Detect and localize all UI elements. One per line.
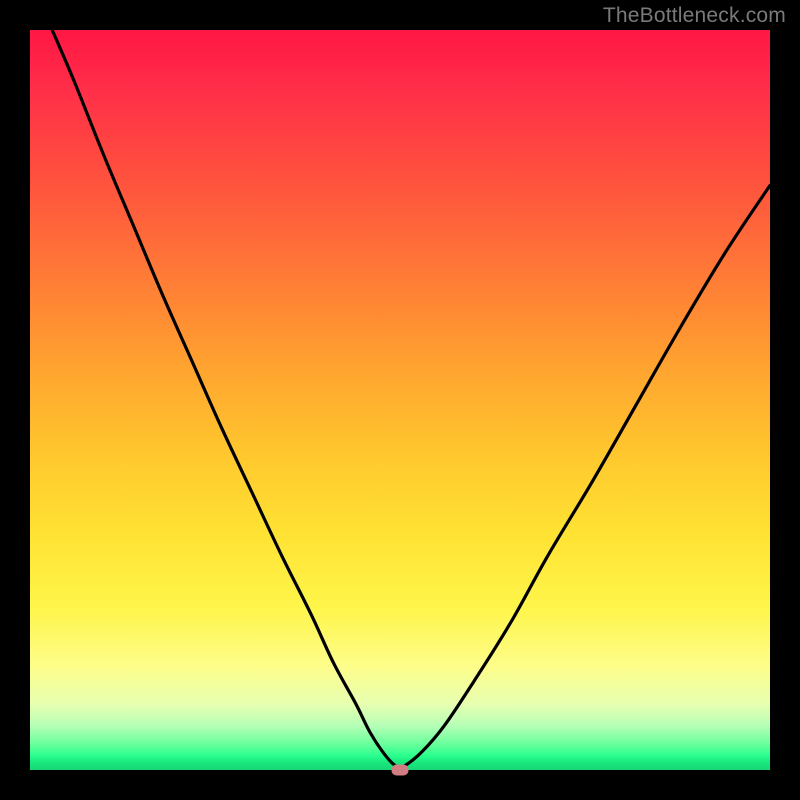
- bottleneck-curve-path: [52, 30, 770, 768]
- plot-area: [30, 30, 770, 770]
- watermark-text: TheBottleneck.com: [603, 4, 786, 28]
- optimal-point-marker: [392, 765, 409, 776]
- curve-layer: [30, 30, 770, 770]
- chart-frame: TheBottleneck.com: [0, 0, 800, 800]
